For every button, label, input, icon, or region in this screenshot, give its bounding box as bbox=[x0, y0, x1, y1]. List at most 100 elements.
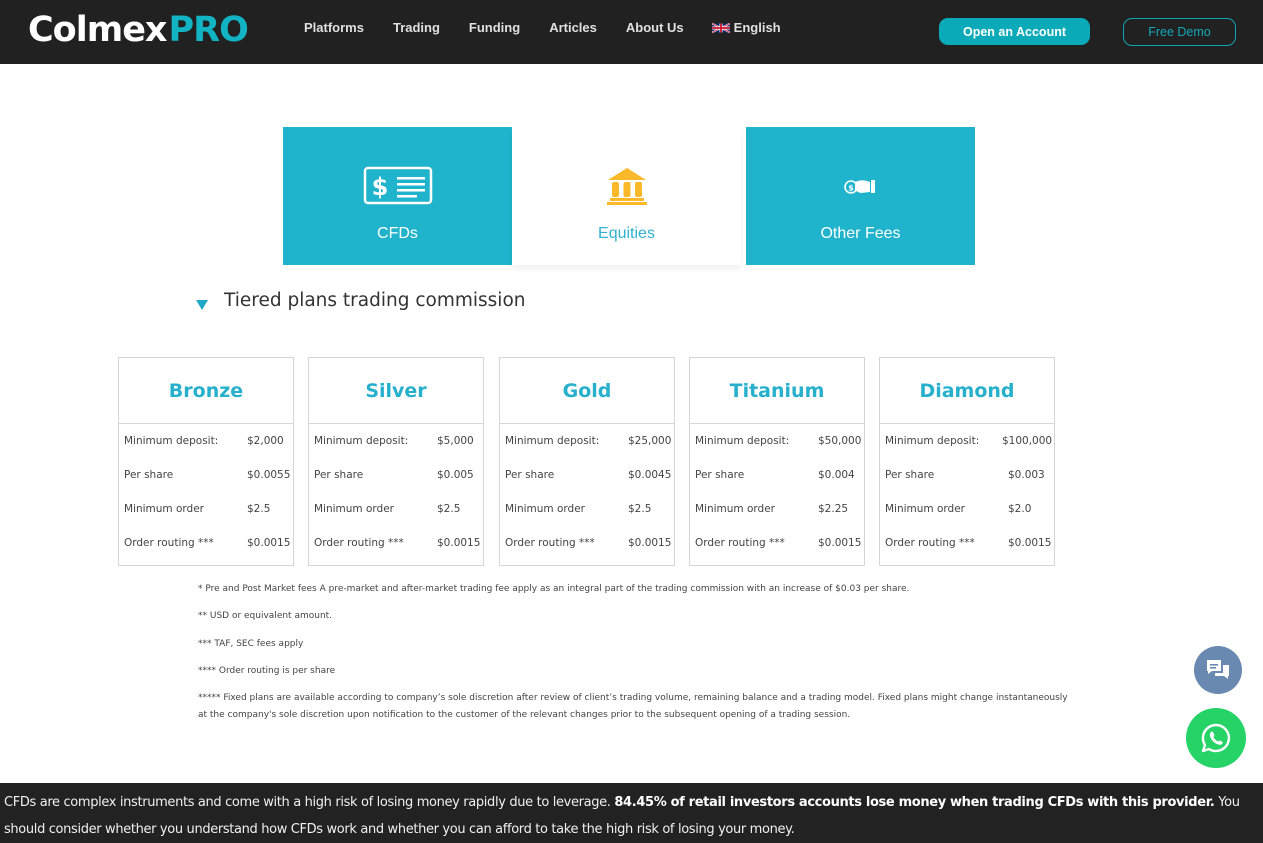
plan-row: Minimum order $2.25 bbox=[690, 492, 864, 526]
row-label: Per share bbox=[124, 469, 174, 481]
row-value: $25,000 bbox=[628, 435, 672, 447]
row-label: Minimum deposit: bbox=[505, 435, 600, 447]
risk-text-bold: 84.45% of retail investors accounts lose… bbox=[614, 795, 1215, 810]
footnote: ** USD or equivalent amount. bbox=[198, 611, 333, 621]
whatsapp-icon bbox=[1201, 723, 1231, 753]
plan-row: Order routing *** $0.0015 bbox=[500, 526, 674, 560]
plan-row: Per share $0.003 bbox=[880, 458, 1054, 492]
plan-row: Order routing *** $0.0015 bbox=[880, 526, 1054, 560]
hand-coin-icon: $ bbox=[746, 165, 975, 207]
footnote: *** TAF, SEC fees apply bbox=[198, 639, 304, 649]
plan-row: Minimum order $2.5 bbox=[309, 492, 483, 526]
dollar-document-icon: $ bbox=[283, 165, 512, 207]
language-label: English bbox=[733, 20, 781, 35]
tab-other-fees[interactable]: $ Other Fees bbox=[746, 127, 975, 265]
free-demo-button[interactable]: Free Demo bbox=[1123, 18, 1236, 46]
row-label: Order routing *** bbox=[124, 537, 214, 549]
plan-name: Silver bbox=[365, 379, 427, 402]
nav-item-articles[interactable]: Articles bbox=[549, 20, 597, 35]
plan-row: Order routing *** $0.0015 bbox=[690, 526, 864, 560]
row-value: $0.0045 bbox=[628, 469, 672, 481]
footnote: **** Order routing is per share bbox=[198, 666, 336, 676]
row-value: $100,000 bbox=[1002, 435, 1053, 447]
plan-card-gold: Gold Minimum deposit: $25,000 Per share $0… bbox=[499, 357, 675, 566]
plan-row: Minimum deposit: $50,000 bbox=[690, 424, 864, 458]
section-title: Tiered plans trading commission bbox=[224, 290, 526, 311]
nav-item-trading[interactable]: Trading bbox=[393, 20, 440, 35]
plan-row: Minimum deposit: $2,000 bbox=[119, 424, 293, 458]
row-value: $2.5 bbox=[628, 503, 652, 515]
row-label: Minimum deposit: bbox=[124, 435, 219, 447]
row-label: Order routing *** bbox=[505, 537, 595, 549]
row-value: $0.0015 bbox=[628, 537, 672, 549]
row-label: Order routing *** bbox=[314, 537, 404, 549]
row-value: $0.0015 bbox=[818, 537, 862, 549]
row-value: $5,000 bbox=[437, 435, 474, 447]
row-value: $2.5 bbox=[247, 503, 271, 515]
plan-row: Per share $0.005 bbox=[309, 458, 483, 492]
row-value: $0.0055 bbox=[247, 469, 291, 481]
nav-item-about-us[interactable]: About Us bbox=[626, 20, 684, 35]
chat-bubbles-icon bbox=[1207, 660, 1229, 679]
risk-text: CFDs are complex instruments and come wi… bbox=[4, 795, 615, 810]
tab-cfds[interactable]: $ CFDs bbox=[283, 127, 512, 265]
open-account-button[interactable]: Open an Account bbox=[939, 18, 1090, 45]
svg-text:$: $ bbox=[371, 173, 388, 201]
language-selector[interactable]: English bbox=[711, 20, 781, 35]
row-label: Minimum order bbox=[885, 503, 965, 515]
plan-card-diamond: Diamond Minimum deposit: $100,000 Per sha… bbox=[879, 357, 1055, 566]
plans-grid: Bronze Minimum deposit: $2,000 Per share $… bbox=[118, 357, 1058, 567]
row-value: $0.0015 bbox=[247, 537, 291, 549]
row-label: Per share bbox=[505, 469, 555, 481]
plan-row: Minimum deposit: $100,000 bbox=[880, 424, 1054, 458]
row-label: Per share bbox=[314, 469, 364, 481]
plan-row: Per share $0.004 bbox=[690, 458, 864, 492]
row-value: $0.0015 bbox=[437, 537, 481, 549]
row-label: Minimum deposit: bbox=[885, 435, 980, 447]
row-value: $0.004 bbox=[818, 469, 855, 481]
bank-building-icon bbox=[512, 165, 741, 207]
colmex-pro-logo[interactable]: Colmex PRO bbox=[28, 10, 249, 50]
row-label: Per share bbox=[695, 469, 745, 481]
footnote: * Pre and Post Market fees A pre-market … bbox=[198, 584, 910, 594]
live-chat-button[interactable] bbox=[1194, 646, 1242, 694]
row-value: $50,000 bbox=[818, 435, 862, 447]
logo-brand: Colmex bbox=[28, 10, 168, 50]
plan-card-titanium: Titanium Minimum deposit: $50,000 Per sha… bbox=[689, 357, 865, 566]
plan-name: Bronze bbox=[168, 379, 244, 402]
row-value: $2.0 bbox=[1008, 503, 1032, 515]
tab-label: Equities bbox=[598, 225, 655, 242]
plan-row: Per share $0.0055 bbox=[119, 458, 293, 492]
plan-row: Minimum deposit: $5,000 bbox=[309, 424, 483, 458]
triangle-down-icon bbox=[196, 299, 208, 310]
row-label: Minimum order bbox=[505, 503, 585, 515]
nav-item-funding[interactable]: Funding bbox=[469, 20, 520, 35]
nav-item-platforms[interactable]: Platforms bbox=[304, 20, 364, 35]
plan-card-bronze: Bronze Minimum deposit: $2,000 Per share $… bbox=[118, 357, 294, 566]
row-label: Minimum order bbox=[314, 503, 394, 515]
row-value: $2.25 bbox=[818, 503, 849, 515]
svg-text:$: $ bbox=[848, 184, 854, 193]
plan-card-silver: Silver Minimum deposit: $5,000 Per share $… bbox=[308, 357, 484, 566]
row-label: Order routing *** bbox=[885, 537, 975, 549]
row-label: Minimum order bbox=[124, 503, 204, 515]
main-nav: Platforms Trading Funding Articles About… bbox=[304, 20, 810, 35]
tab-equities[interactable]: Equities bbox=[512, 127, 741, 265]
tab-label: Other Fees bbox=[820, 225, 901, 242]
plan-row: Order routing *** $0.0015 bbox=[309, 526, 483, 560]
plan-name: Diamond bbox=[919, 379, 1015, 402]
row-value: $0.005 bbox=[437, 469, 474, 481]
row-value: $0.0015 bbox=[1008, 537, 1052, 549]
row-value: $0.003 bbox=[1008, 469, 1045, 481]
row-label: Order routing *** bbox=[695, 537, 785, 549]
plan-row: Order routing *** $0.0015 bbox=[119, 526, 293, 560]
plan-row: Minimum deposit: $25,000 bbox=[500, 424, 674, 458]
tiered-plans-toggle[interactable]: Tiered plans trading commission bbox=[196, 290, 525, 311]
footnote: ***** Fixed plans are available accordin… bbox=[198, 693, 1068, 720]
plan-row: Minimum order $2.5 bbox=[119, 492, 293, 526]
whatsapp-button[interactable] bbox=[1186, 708, 1246, 768]
plan-row: Per share $0.0045 bbox=[500, 458, 674, 492]
plan-row: Minimum order $2.0 bbox=[880, 492, 1054, 526]
risk-warning-banner: CFDs are complex instruments and come wi… bbox=[0, 783, 1263, 843]
plan-row: Minimum order $2.5 bbox=[500, 492, 674, 526]
